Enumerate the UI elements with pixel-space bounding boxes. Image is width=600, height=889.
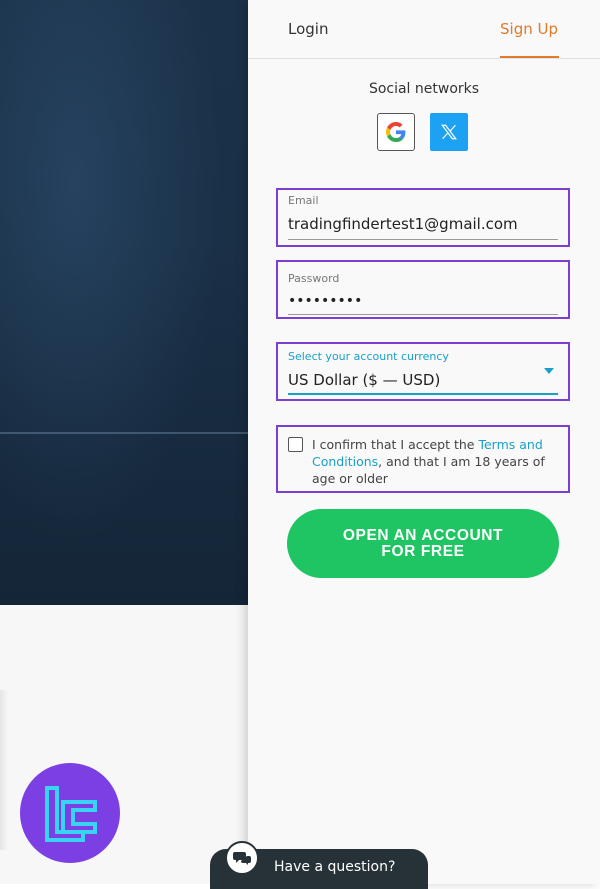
password-label: Password xyxy=(288,272,340,285)
currency-value[interactable]: US Dollar ($ — USD) xyxy=(288,371,440,389)
help-chat-button[interactable]: Have a question? xyxy=(210,841,428,889)
currency-select[interactable]: Select your account currency US Dollar (… xyxy=(276,342,570,401)
google-login-button[interactable] xyxy=(377,113,415,151)
currency-underline xyxy=(288,393,558,395)
logo-icon xyxy=(45,786,97,842)
terms-text-before: I confirm that I accept the xyxy=(312,437,479,452)
chat-icon xyxy=(225,841,259,875)
password-underline xyxy=(288,314,558,315)
terms-text: I confirm that I accept the Terms and Co… xyxy=(312,436,562,487)
help-label: Have a question? xyxy=(274,859,396,875)
tradingfinder-logo xyxy=(20,763,120,863)
tab-login[interactable]: Login xyxy=(288,20,328,38)
email-input[interactable]: tradingfindertest1@gmail.com xyxy=(288,215,518,233)
chevron-down-icon[interactable] xyxy=(544,368,554,374)
terms-checkbox[interactable] xyxy=(288,437,303,452)
social-networks-title: Social networks xyxy=(368,81,480,97)
email-field[interactable]: Email tradingfindertest1@gmail.com xyxy=(276,188,570,247)
auth-tabs: Login Sign Up xyxy=(248,0,600,59)
password-input[interactable]: ••••••••• xyxy=(288,293,362,309)
open-account-button[interactable]: OPEN AN ACCOUNT FOR FREE xyxy=(287,509,559,578)
tab-signup[interactable]: Sign Up xyxy=(500,20,558,38)
open-account-label-line2: FOR FREE xyxy=(381,542,465,560)
signup-panel: Login Sign Up Social networks Email trad… xyxy=(248,0,600,884)
email-underline xyxy=(288,239,558,240)
currency-label: Select your account currency xyxy=(288,350,449,363)
email-label: Email xyxy=(288,194,319,207)
google-icon xyxy=(386,122,406,142)
divider xyxy=(0,432,248,434)
open-account-label-line1: OPEN AN ACCOUNT xyxy=(342,526,504,544)
password-field[interactable]: Password ••••••••• xyxy=(276,260,570,319)
terms-consent: I confirm that I accept the Terms and Co… xyxy=(276,425,570,493)
x-login-button[interactable] xyxy=(430,113,468,151)
hero-background xyxy=(0,0,248,605)
shadow xyxy=(0,690,8,850)
x-icon xyxy=(441,124,457,140)
active-tab-indicator xyxy=(500,56,559,58)
